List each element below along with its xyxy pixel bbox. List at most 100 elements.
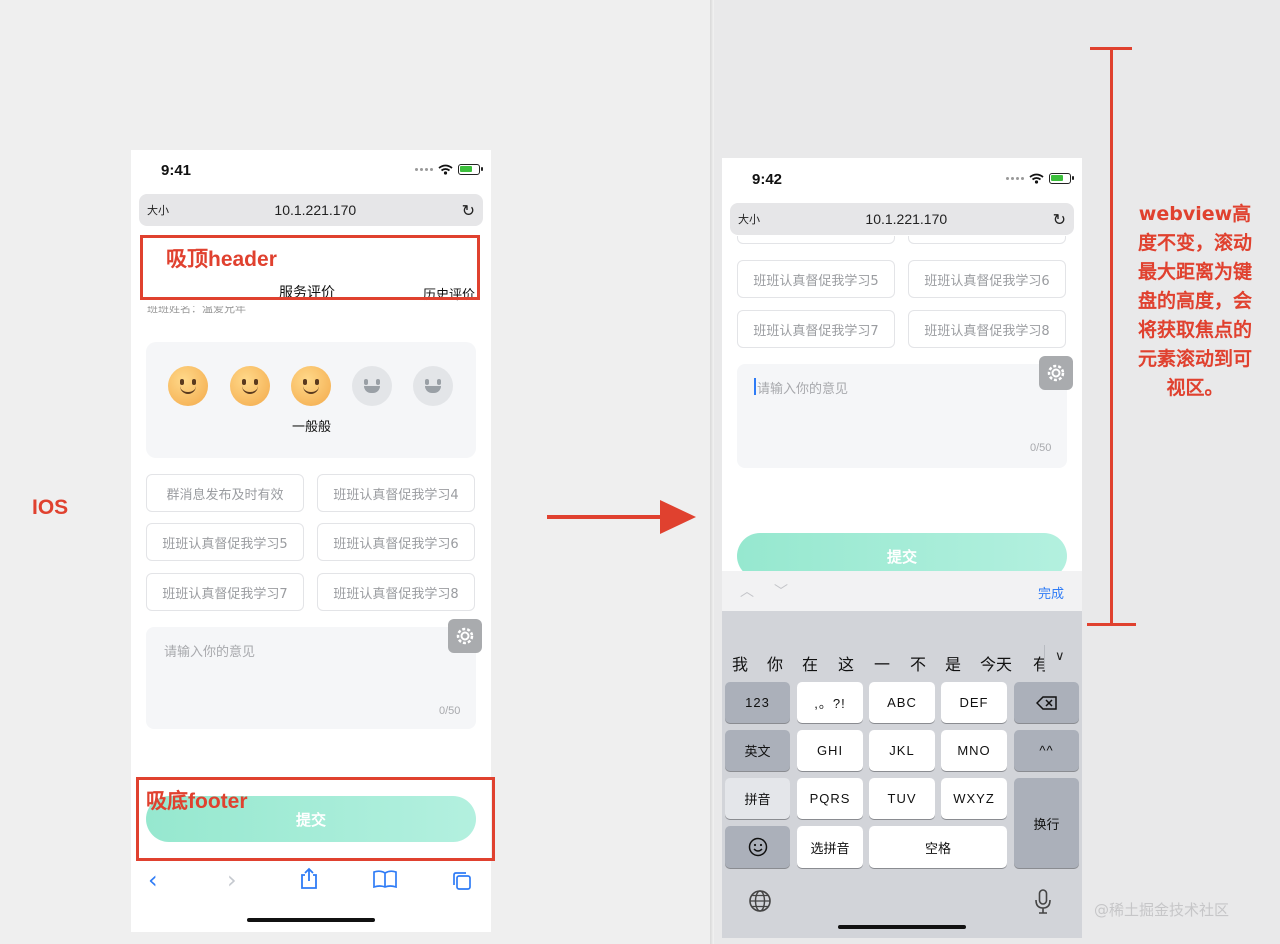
- url-text[interactable]: 10.1.221.170: [865, 211, 947, 227]
- key-ghi[interactable]: GHI: [797, 730, 863, 771]
- backspace-key[interactable]: [1014, 682, 1079, 723]
- key-punctuation[interactable]: ,。?!: [797, 682, 863, 723]
- debug-gear-button[interactable]: [448, 619, 482, 653]
- gear-icon: [456, 627, 474, 645]
- tabs-icon[interactable]: [452, 871, 472, 895]
- key-select-pinyin[interactable]: 选拼音: [797, 826, 863, 868]
- status-icons: [415, 164, 483, 175]
- battery-icon: [1049, 173, 1074, 184]
- smile-face-icon[interactable]: [168, 366, 208, 406]
- header-annotation: 吸顶header: [166, 248, 277, 271]
- battery-icon: [458, 164, 483, 175]
- bracket-bottom: [1087, 623, 1136, 626]
- candidate-word[interactable]: 是: [945, 651, 961, 675]
- tag-chip[interactable]: 班班认真督促我学习7: [146, 573, 304, 611]
- candidate-word[interactable]: 我: [732, 651, 748, 675]
- key-wxyz[interactable]: WXYZ: [941, 778, 1007, 819]
- expand-candidates-icon[interactable]: ∨: [1055, 649, 1065, 664]
- microphone-icon[interactable]: [1034, 889, 1052, 919]
- return-key[interactable]: 换行: [1014, 778, 1079, 868]
- forward-icon[interactable]: ›: [227, 866, 237, 894]
- key-tuv[interactable]: TUV: [869, 778, 935, 819]
- watermark: @稀土掘金技术社区: [1094, 901, 1230, 919]
- rating-card: 一般般: [146, 342, 476, 458]
- candidate-word[interactable]: 这: [838, 651, 854, 675]
- url-text[interactable]: 10.1.221.170: [274, 202, 356, 218]
- key-pqrs[interactable]: PQRS: [797, 778, 863, 819]
- char-count: 0/50: [439, 705, 461, 717]
- key-def[interactable]: DEF: [941, 682, 1007, 723]
- keyboard-accessory-bar: ︿ ﹀ 完成: [722, 571, 1082, 611]
- emoji-icon: [748, 837, 767, 857]
- feedback-textarea[interactable]: 请输入你的意见 0/50: [146, 627, 476, 729]
- chevron-up-icon[interactable]: ︿: [740, 581, 754, 601]
- bookmarks-icon[interactable]: [373, 870, 397, 892]
- backspace-icon: [1035, 695, 1057, 710]
- reload-icon[interactable]: ↻: [462, 201, 475, 220]
- candidate-word[interactable]: 今天: [980, 651, 1012, 675]
- tag-chip[interactable]: 班班认真督促我学习6: [317, 523, 475, 561]
- address-bar[interactable]: 大小 10.1.221.170 ↻: [730, 203, 1074, 235]
- arrow-right-icon: [660, 500, 696, 534]
- arrow-shaft: [547, 515, 662, 519]
- keyboard: 我 你 在 这 一 不 是 今天 有 ∨ 123 ,。?! ABC DEF 英文…: [722, 611, 1082, 938]
- tag-chip[interactable]: 班班认真督促我学习7: [737, 310, 895, 348]
- tag-chip[interactable]: 班班认真督促我学习8: [317, 573, 475, 611]
- neutral-face-icon[interactable]: [352, 366, 392, 406]
- chevron-down-icon[interactable]: ﹀: [774, 581, 788, 601]
- address-bar[interactable]: 大小 10.1.221.170 ↻: [139, 194, 483, 226]
- phone-after-keyboard: 9:42 大小 10.1.221.170 ↻ 班班认真督促我学习5 班班认真督促…: [722, 158, 1082, 938]
- candidate-word[interactable]: 在: [802, 651, 818, 675]
- status-time: 9:41: [161, 162, 192, 179]
- feedback-textarea[interactable]: 请输入你的意见 0/50: [737, 364, 1067, 468]
- globe-icon[interactable]: [748, 889, 772, 917]
- cut-off-text: 班班姓名：温爱兄年: [147, 306, 246, 315]
- home-indicator: [247, 918, 375, 922]
- wifi-icon: [1029, 173, 1044, 184]
- webview-note: webview高度不变，滚动最大距离为键盘的高度，会将获取焦点的元素滚动到可视区…: [1137, 203, 1252, 399]
- done-button[interactable]: 完成: [1038, 583, 1064, 602]
- neutral-face-icon[interactable]: [413, 366, 453, 406]
- textarea-placeholder: 请输入你的意见: [164, 645, 256, 660]
- tag-chip[interactable]: 班班认真督促我学习6: [908, 260, 1066, 298]
- textarea-placeholder: 请输入你的意见: [757, 382, 849, 397]
- key-123[interactable]: 123: [725, 682, 790, 723]
- space-key[interactable]: 空格: [869, 826, 1007, 868]
- wifi-icon: [438, 164, 453, 175]
- reload-icon[interactable]: ↻: [1053, 210, 1066, 229]
- tag-chip[interactable]: 班班认真督促我学习5: [146, 523, 304, 561]
- candidate-word[interactable]: 一: [874, 651, 890, 675]
- cut-off-chip-row: [737, 236, 1067, 246]
- candidate-divider: [1044, 645, 1045, 669]
- tag-chip[interactable]: 班班认真督促我学习4: [317, 474, 475, 512]
- ios-annotation: IOS: [32, 496, 69, 519]
- key-english[interactable]: 英文: [725, 730, 790, 771]
- text-size-button[interactable]: 大小: [147, 202, 169, 218]
- bracket-line: [1110, 48, 1113, 624]
- key-pinyin[interactable]: 拼音: [725, 778, 790, 819]
- status-icons: [1006, 173, 1074, 184]
- smile-face-icon[interactable]: [230, 366, 270, 406]
- text-size-button[interactable]: 大小: [738, 211, 760, 227]
- candidate-word[interactable]: 不: [910, 651, 926, 675]
- key-abc[interactable]: ABC: [869, 682, 935, 723]
- back-icon[interactable]: ‹: [148, 866, 158, 894]
- footer-annotation: 吸底footer: [146, 790, 248, 813]
- tag-chip[interactable]: 群消息发布及时有效: [146, 474, 304, 512]
- rating-label: 一般般: [292, 420, 332, 435]
- char-count: 0/50: [1030, 442, 1052, 454]
- debug-gear-button[interactable]: [1039, 356, 1073, 390]
- tag-chip[interactable]: 班班认真督促我学习8: [908, 310, 1066, 348]
- signal-icon: [415, 168, 433, 171]
- panel-divider: [710, 0, 714, 944]
- emoji-key[interactable]: [725, 826, 790, 868]
- key-mno[interactable]: MNO: [941, 730, 1007, 771]
- candidate-word[interactable]: 你: [767, 651, 783, 675]
- key-emoticon[interactable]: ^^: [1014, 730, 1079, 771]
- text-cursor: [754, 378, 756, 395]
- key-jkl[interactable]: JKL: [869, 730, 935, 771]
- share-icon[interactable]: [300, 867, 318, 893]
- tag-chip[interactable]: 班班认真督促我学习5: [737, 260, 895, 298]
- smile-face-icon[interactable]: [291, 366, 331, 406]
- gear-icon: [1047, 364, 1065, 382]
